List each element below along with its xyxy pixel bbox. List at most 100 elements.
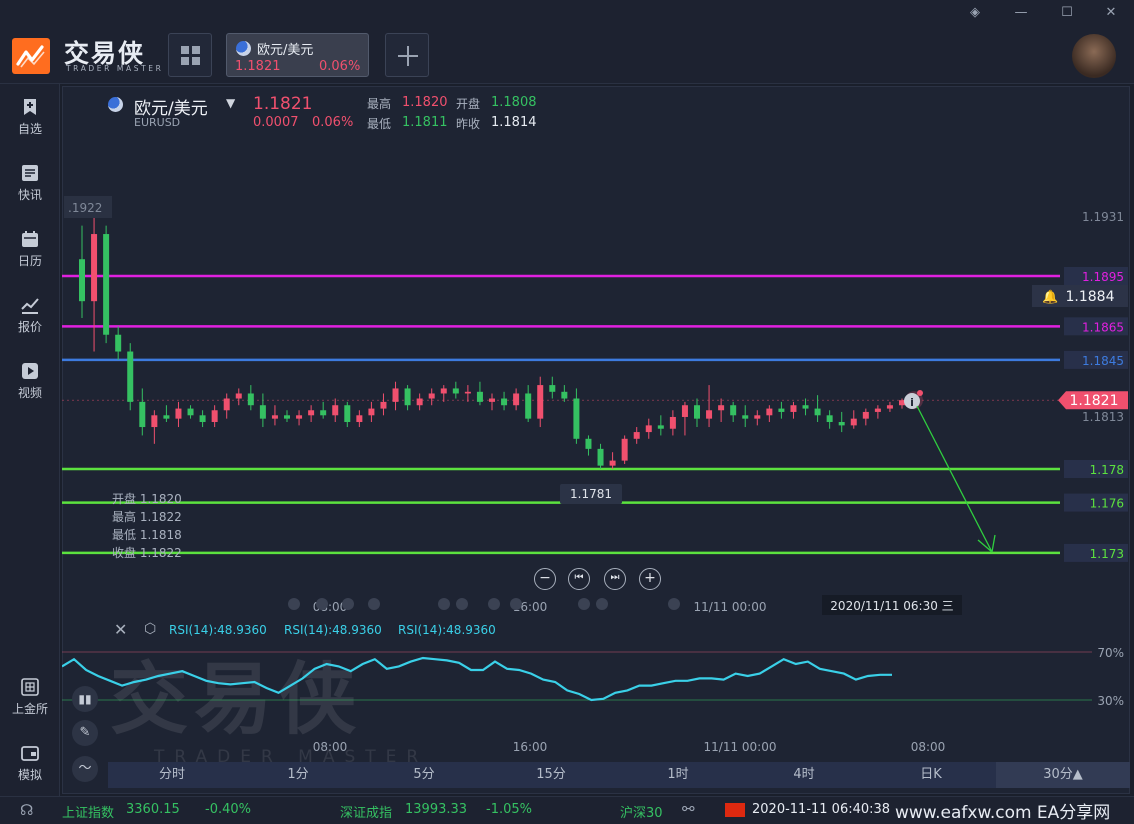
forecast-arrow[interactable] [916, 405, 993, 553]
candle [211, 405, 218, 428]
skip-forward-button[interactable]: ⏭ [604, 568, 626, 590]
bell-icon[interactable]: 🔔 [1042, 289, 1058, 305]
skip-back-button[interactable]: ⏮ [568, 568, 590, 590]
event-dot[interactable] [288, 598, 300, 610]
candle [549, 376, 556, 399]
status-bar: ☊ 上证指数 3360.15 -0.40% 深证成指 13993.33 -1.0… [0, 796, 1134, 824]
ohlc-low: 最低 1.1818 [112, 528, 182, 542]
pen-tool-icon[interactable]: ✎ [72, 720, 98, 746]
candle [657, 415, 664, 436]
price-chart[interactable]: 交易侠 TRADER MASTER 1.1895 1.1865 1.1845 1.17… [62, 86, 1130, 794]
timeframe-button[interactable]: 5分 [362, 762, 486, 788]
indicator-tool-icon[interactable]: 〜 [72, 756, 98, 782]
user-avatar[interactable] [1072, 34, 1116, 78]
sidebar-label: 视频 [17, 386, 42, 400]
watermark-logo: 交易侠 TRADER MASTER [110, 655, 418, 767]
event-dot[interactable] [368, 598, 380, 610]
zoom-in-button[interactable]: + [639, 568, 661, 590]
candle [428, 388, 435, 406]
candle [344, 401, 351, 428]
symbol-tab-eurusd[interactable]: 欧元/美元 1.1821 0.06% [226, 33, 369, 77]
timeframe-button[interactable]: 1分 [236, 762, 360, 788]
sidebar-item-news[interactable]: 快讯 [0, 164, 60, 203]
symbol-tab-price: 1.1821 [235, 59, 281, 74]
sidebar-item-calendar[interactable]: 日历 [0, 230, 60, 269]
alert-price: 1.1884 [1066, 289, 1115, 305]
candle [633, 427, 640, 444]
candle [91, 217, 98, 352]
layers-icon[interactable]: ◈ [966, 4, 984, 22]
candle [284, 410, 290, 423]
rsi-label-3: RSI(14):48.9360 [398, 623, 496, 637]
close-button[interactable]: ✕ [1102, 4, 1120, 22]
symbol-tab-name: 欧元/美元 [257, 43, 314, 58]
candle [296, 410, 303, 426]
candle [271, 405, 278, 426]
candle [199, 410, 206, 428]
timeframe-button[interactable]: 30分▲ [998, 762, 1128, 788]
sidebar-item-watchlist[interactable]: 自选 [0, 98, 60, 137]
watermark-text: www.eafxw.com EA分享网 [895, 798, 1111, 823]
close-indicator-icon[interactable]: ✕ [114, 620, 127, 639]
rsi-level-30: 30% [1097, 694, 1124, 708]
candle [874, 405, 881, 419]
title-bar: ◈ — ☐ ✕ [0, 0, 1134, 26]
candle [681, 401, 688, 436]
axis-top-price: 1.1931 [1082, 210, 1124, 224]
minimize-button[interactable]: — [1012, 4, 1030, 22]
candle [464, 385, 471, 402]
wallet-icon [21, 746, 39, 761]
candle [694, 398, 700, 428]
candle-tool-icon[interactable]: ▮▮ [72, 686, 98, 712]
news-icon [22, 165, 38, 181]
sidebar-item-demo[interactable]: 模拟 [0, 744, 60, 783]
sidebar-item-sge[interactable]: 上金所 [0, 678, 60, 717]
sidebar-item-video[interactable]: 视频 [0, 362, 60, 401]
candle [886, 401, 893, 412]
event-dot[interactable] [596, 598, 608, 610]
candle [476, 381, 483, 406]
candle [706, 385, 713, 428]
headset-icon[interactable]: ☊ [20, 801, 33, 819]
timeframe-button[interactable]: 日K [868, 762, 994, 788]
add-symbol-button[interactable] [385, 33, 429, 77]
candle [802, 398, 809, 416]
app-logo-icon [12, 38, 50, 74]
candle [766, 405, 773, 423]
sh-index-value: 3360.15 [126, 802, 180, 817]
candle [259, 393, 266, 428]
timeframe-button[interactable]: 1时 [616, 762, 740, 788]
candle [513, 388, 520, 411]
event-dot[interactable] [456, 598, 468, 610]
candle [320, 401, 327, 419]
rsi-x-tick: 08:00 [313, 740, 348, 754]
candle [416, 393, 423, 411]
maximize-button[interactable]: ☐ [1058, 4, 1076, 22]
candle [585, 435, 592, 456]
timeframe-button[interactable]: 15分 [488, 762, 614, 788]
layout-grid-button[interactable] [168, 33, 212, 77]
candle [609, 452, 616, 469]
settings-hex-icon[interactable]: ⬡ [144, 621, 156, 637]
side-price-label: .1922 [68, 201, 102, 215]
candle [718, 398, 725, 423]
ohlc-close: 收盘 1.1822 [112, 546, 182, 560]
event-dot[interactable] [316, 598, 328, 610]
event-dot[interactable] [488, 598, 500, 610]
candle [838, 411, 845, 433]
link-icon[interactable]: ⚯ [682, 800, 695, 818]
event-dot[interactable] [342, 598, 354, 610]
line-price-tag-2: 1.1845 [1082, 354, 1124, 368]
candle [850, 410, 857, 429]
candle [356, 410, 363, 428]
timeframe-button[interactable]: 4时 [742, 762, 866, 788]
event-dot[interactable] [510, 598, 522, 610]
candle [368, 401, 375, 423]
timeframe-button[interactable]: 分时 [110, 762, 234, 788]
zoom-out-button[interactable]: − [534, 568, 556, 590]
cn-flag-icon [725, 803, 745, 817]
event-dot[interactable] [438, 598, 450, 610]
event-dot[interactable] [668, 598, 680, 610]
event-dot[interactable] [578, 598, 590, 610]
sidebar-item-quotes[interactable]: 报价 [0, 296, 60, 335]
